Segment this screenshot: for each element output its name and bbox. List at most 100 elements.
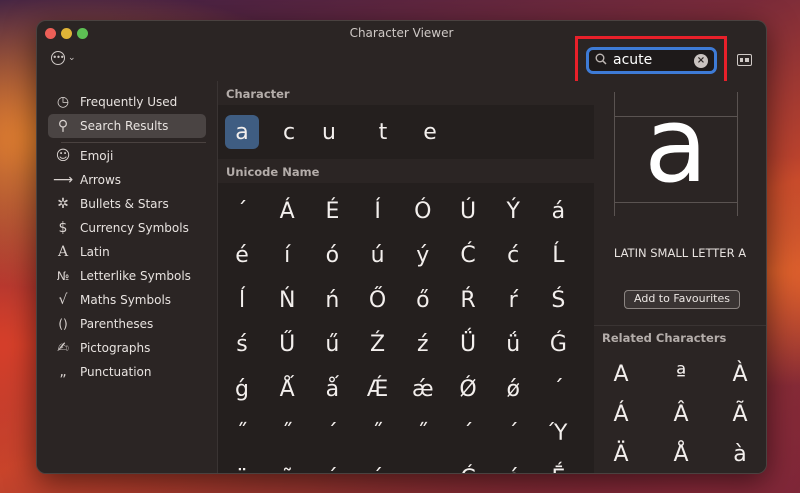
unicode-char-cell[interactable]: Ó (404, 192, 442, 230)
unicode-char-cell[interactable]: 〃 (404, 459, 442, 473)
unicode-char-cell[interactable]: ˝ (268, 415, 306, 453)
unicode-char-cell[interactable]: Ś (539, 281, 577, 319)
unicode-char-cell[interactable]: Ń (268, 281, 306, 319)
preview-character: a (644, 84, 708, 206)
unicode-char-cell[interactable]: ú (359, 237, 397, 275)
unicode-char-cell[interactable]: ǵ (223, 370, 261, 408)
unicode-char-cell[interactable]: ŕ (494, 281, 532, 319)
parentheses-icon: () (58, 317, 68, 331)
unicode-char-cell[interactable]: ś (223, 326, 261, 364)
unicode-char-cell[interactable]: Ő (359, 281, 397, 319)
sidebar-item-label: Punctuation (80, 365, 152, 379)
unicode-char-cell[interactable]: ǽ (404, 370, 442, 408)
unicode-char-cell[interactable]: ˊ (313, 415, 351, 453)
sidebar-divider (61, 142, 206, 143)
unicode-char-cell[interactable]: ˊ (494, 415, 532, 453)
character-result-c[interactable]: c (272, 115, 306, 149)
related-char-cell[interactable]: Â (660, 397, 702, 431)
unicode-char-cell[interactable]: ć (494, 237, 532, 275)
unicode-char-cell[interactable]: ǘ (494, 326, 532, 364)
unicode-char-cell[interactable]: ó (313, 237, 351, 275)
sidebar-item-search-results[interactable]: ⚲ Search Results (48, 114, 206, 138)
sidebar-item-parentheses[interactable]: () Parentheses (48, 312, 206, 336)
sidebar-toggle-icon[interactable] (737, 54, 752, 66)
unicode-char-cell[interactable]: ˝ (359, 415, 397, 453)
unicode-char-cell[interactable]: Ć (449, 237, 487, 275)
character-result-u[interactable]: u (312, 115, 346, 149)
unicode-char-cell[interactable]: ˝ (404, 415, 442, 453)
sidebar-item-latin[interactable]: A Latin (48, 240, 206, 264)
sidebar-item-currency-symbols[interactable]: $ Currency Symbols (48, 216, 206, 240)
sidebar-item-arrows[interactable]: ⟶ Arrows (48, 168, 206, 192)
unicode-char-cell[interactable]: ÿ (223, 459, 261, 474)
unicode-char-cell[interactable]: ǿ (494, 370, 532, 408)
unicode-char-cell[interactable]: ´ (223, 192, 261, 230)
sidebar-item-maths-symbols[interactable]: √ Maths Symbols (48, 288, 206, 312)
unicode-char-cell[interactable]: Á (268, 192, 306, 230)
unicode-char-cell[interactable]: ő (404, 281, 442, 319)
unicode-char-cell[interactable]: ǻ (313, 370, 351, 408)
related-char-cell[interactable]: ª (660, 357, 702, 391)
related-char-cell[interactable]: Ä (600, 437, 642, 471)
unicode-char-cell[interactable]: Ǽ (359, 370, 397, 408)
unicode-char-cell[interactable]: ˊ (539, 370, 577, 408)
unicode-char-cell[interactable]: Ú (449, 192, 487, 230)
search-input[interactable] (613, 52, 693, 68)
clear-search-icon[interactable]: × (694, 54, 708, 68)
unicode-char-cell[interactable]: é (223, 237, 261, 275)
unicode-char-cell[interactable]: í (268, 237, 306, 275)
sidebar-item-punctuation[interactable]: „ Punctuation (48, 360, 206, 384)
unicode-char-cell[interactable]: ˝ (223, 415, 261, 453)
related-char-cell[interactable]: à (719, 437, 761, 471)
sidebar-item-letterlike-symbols[interactable]: № Letterlike Symbols (48, 264, 206, 288)
unicode-char-cell[interactable]: á (539, 192, 577, 230)
unicode-char-cell[interactable]: Ḉ (449, 459, 487, 474)
sidebar-item-pictographs[interactable]: ✍ Pictographs (48, 336, 206, 360)
unicode-char-cell[interactable]: Ű (268, 326, 306, 364)
unicode-char-cell[interactable]: Ǻ (268, 370, 306, 408)
sidebar-item-label: Frequently Used (80, 95, 178, 109)
add-to-favourites-button[interactable]: Add to Favourites (624, 290, 740, 309)
unicode-char-cell[interactable]: Ź (359, 326, 397, 364)
arrow-icon: ⟶ (52, 172, 74, 188)
unicode-char-cell[interactable]: ỹ (268, 459, 306, 474)
unicode-char-cell[interactable]: ˊ (449, 415, 487, 453)
unicode-name-header: Unicode Name (226, 165, 320, 179)
sidebar-item-label: Parentheses (80, 317, 154, 331)
character-result-e[interactable]: e (413, 115, 447, 149)
related-char-cell[interactable]: À (719, 357, 761, 391)
unicode-char-cell[interactable]: Í (359, 192, 397, 230)
unicode-char-cell[interactable]: ˊ (359, 459, 397, 474)
related-char-cell[interactable]: Á (600, 397, 642, 431)
sidebar-item-emoji[interactable]: ☺ Emoji (48, 144, 206, 168)
unicode-char-cell[interactable]: ű (313, 326, 351, 364)
unicode-char-cell[interactable]: Ǵ (539, 326, 577, 364)
related-char-cell[interactable]: Å (660, 437, 702, 471)
character-result-a[interactable]: a (225, 115, 259, 149)
sidebar-item-label: Bullets & Stars (80, 197, 169, 211)
unicode-char-cell[interactable]: ḉ (494, 459, 532, 474)
unicode-char-cell[interactable]: ń (313, 281, 351, 319)
unicode-char-cell[interactable]: ý (404, 237, 442, 275)
unicode-char-cell[interactable]: Ĺ (539, 237, 577, 275)
character-result-t[interactable]: t (366, 115, 400, 149)
related-char-cell[interactable]: Ã (719, 397, 761, 431)
sidebar-item-frequently-used[interactable]: ◷ Frequently Used (48, 90, 206, 114)
unicode-char-cell[interactable]: Ý (494, 192, 532, 230)
unicode-char-cell[interactable]: Ŕ (449, 281, 487, 319)
more-options-menu[interactable]: ••• ⌄ (51, 51, 76, 65)
unicode-char-cell[interactable]: Ǘ (449, 326, 487, 364)
sidebar-item-label: Arrows (80, 173, 122, 187)
unicode-char-cell[interactable]: Ḗ (539, 459, 577, 474)
unicode-char-cell[interactable]: ˊ (313, 459, 351, 474)
numero-icon: № (56, 269, 70, 283)
unicode-char-cell[interactable]: Ύ (539, 415, 577, 453)
related-char-cell[interactable]: A (600, 357, 642, 391)
unicode-char-cell[interactable]: ĺ (223, 281, 261, 319)
sidebar-item-bullets-stars[interactable]: ✲ Bullets & Stars (48, 192, 206, 216)
unicode-char-cell[interactable]: ź (404, 326, 442, 364)
unicode-char-cell[interactable]: É (313, 192, 351, 230)
unicode-char-cell[interactable]: Ǿ (449, 370, 487, 408)
ellipsis-icon: ••• (51, 51, 65, 65)
character-viewer-window: Character Viewer ••• ⌄ × ◷ Frequently Us… (36, 20, 767, 474)
